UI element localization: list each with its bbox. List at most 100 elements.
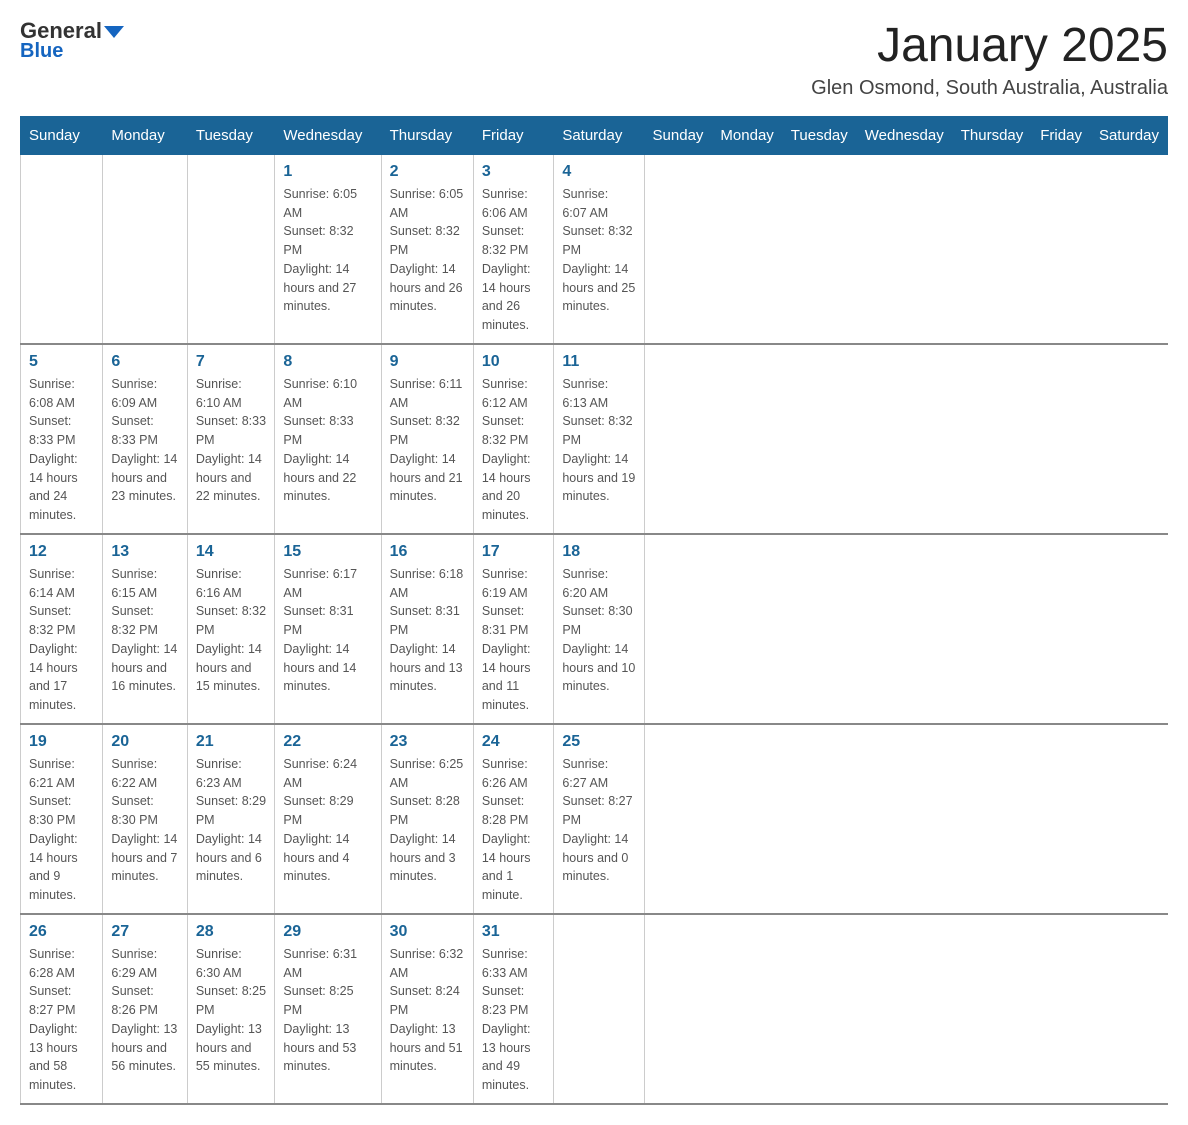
calendar-cell: 4Sunrise: 6:07 AM Sunset: 8:32 PM Daylig… <box>554 154 644 344</box>
day-number: 25 <box>562 733 635 751</box>
day-number: 19 <box>29 733 94 751</box>
calendar-cell: 8 Sunrise: 6:10 AM Sunset: 8:33 PM Daylig… <box>275 344 381 534</box>
col-header-thursday: Thursday <box>952 116 1032 154</box>
day-number: 22 <box>283 733 372 751</box>
calendar-cell: 3 Sunrise: 6:06 AM Sunset: 8:32 PM Daylig… <box>473 154 553 344</box>
day-info: Sunrise: 6:27 AM Sunset: 8:27 PM Dayligh… <box>562 755 635 886</box>
day-info: Sunrise: 6:22 AM Sunset: 8:30 PM Dayligh… <box>111 755 178 886</box>
calendar-cell: 14Sunrise: 6:16 AM Sunset: 8:32 PM Dayli… <box>187 534 275 724</box>
day-number: 2 <box>390 163 465 181</box>
calendar-cell: 31 Sunrise: 6:33 AM Sunset: 8:23 PM Dayli… <box>473 914 553 1104</box>
calendar-cell: 6 Sunrise: 6:09 AM Sunset: 8:33 PM Daylig… <box>103 344 187 534</box>
day-number: 24 <box>482 733 545 751</box>
calendar-week-row: 5 Sunrise: 6:08 AM Sunset: 8:33 PM Daylig… <box>21 344 1168 534</box>
calendar-cell: 16 Sunrise: 6:18 AM Sunset: 8:31 PM Dayli… <box>381 534 473 724</box>
title-block: January 2025 Glen Osmond, South Australi… <box>811 20 1168 100</box>
header-sunday: Sunday <box>21 116 103 154</box>
day-info: Sunrise: 6:28 AM Sunset: 8:27 PM Dayligh… <box>29 945 94 1095</box>
calendar-cell: 30Sunrise: 6:32 AM Sunset: 8:24 PM Dayli… <box>381 914 473 1104</box>
day-number: 6 <box>111 353 178 371</box>
header-tuesday: Tuesday <box>187 116 275 154</box>
day-number: 17 <box>482 543 545 561</box>
day-number: 11 <box>562 353 635 371</box>
calendar-cell <box>554 914 644 1104</box>
location-title: Glen Osmond, South Australia, Australia <box>811 77 1168 100</box>
calendar-cell: 13Sunrise: 6:15 AM Sunset: 8:32 PM Dayli… <box>103 534 187 724</box>
calendar-cell: 25 Sunrise: 6:27 AM Sunset: 8:27 PM Dayli… <box>554 724 644 914</box>
day-info: Sunrise: 6:24 AM Sunset: 8:29 PM Dayligh… <box>283 755 372 886</box>
calendar-cell: 17 Sunrise: 6:19 AM Sunset: 8:31 PM Dayli… <box>473 534 553 724</box>
calendar-cell <box>21 154 103 344</box>
day-info: Sunrise: 6:20 AM Sunset: 8:30 PM Dayligh… <box>562 565 635 696</box>
day-number: 12 <box>29 543 94 561</box>
calendar-cell: 26 Sunrise: 6:28 AM Sunset: 8:27 PM Dayli… <box>21 914 103 1104</box>
day-number: 9 <box>390 353 465 371</box>
calendar-week-row: 26 Sunrise: 6:28 AM Sunset: 8:27 PM Dayli… <box>21 914 1168 1104</box>
day-info: Sunrise: 6:21 AM Sunset: 8:30 PM Dayligh… <box>29 755 94 905</box>
calendar-cell <box>187 154 275 344</box>
calendar-cell: 23 Sunrise: 6:25 AM Sunset: 8:28 PM Dayli… <box>381 724 473 914</box>
calendar-cell: 12Sunrise: 6:14 AM Sunset: 8:32 PM Dayli… <box>21 534 103 724</box>
col-header-monday: Monday <box>712 116 782 154</box>
calendar-cell: 27Sunrise: 6:29 AM Sunset: 8:26 PM Dayli… <box>103 914 187 1104</box>
day-info: Sunrise: 6:10 AM Sunset: 8:33 PM Dayligh… <box>196 375 267 506</box>
day-number: 20 <box>111 733 178 751</box>
day-info: Sunrise: 6:26 AM Sunset: 8:28 PM Dayligh… <box>482 755 545 905</box>
day-number: 27 <box>111 923 178 941</box>
day-number: 10 <box>482 353 545 371</box>
logo: General Blue <box>20 20 124 63</box>
day-number: 3 <box>482 163 545 181</box>
calendar-cell: 29Sunrise: 6:31 AM Sunset: 8:25 PM Dayli… <box>275 914 381 1104</box>
calendar-cell: 10Sunrise: 6:12 AM Sunset: 8:32 PM Dayli… <box>473 344 553 534</box>
day-info: Sunrise: 6:09 AM Sunset: 8:33 PM Dayligh… <box>111 375 178 506</box>
col-header-wednesday: Wednesday <box>856 116 952 154</box>
day-info: Sunrise: 6:07 AM Sunset: 8:32 PM Dayligh… <box>562 185 635 316</box>
day-number: 21 <box>196 733 267 751</box>
day-number: 28 <box>196 923 267 941</box>
day-info: Sunrise: 6:16 AM Sunset: 8:32 PM Dayligh… <box>196 565 267 696</box>
day-info: Sunrise: 6:10 AM Sunset: 8:33 PM Dayligh… <box>283 375 372 506</box>
col-header-sunday: Sunday <box>644 116 712 154</box>
logo-blue-text: Blue <box>20 40 63 63</box>
page-header: General Blue January 2025 Glen Osmond, S… <box>20 20 1168 100</box>
col-header-saturday: Saturday <box>1090 116 1167 154</box>
calendar-cell: 9 Sunrise: 6:11 AM Sunset: 8:32 PM Daylig… <box>381 344 473 534</box>
day-number: 30 <box>390 923 465 941</box>
day-info: Sunrise: 6:18 AM Sunset: 8:31 PM Dayligh… <box>390 565 465 696</box>
day-info: Sunrise: 6:11 AM Sunset: 8:32 PM Dayligh… <box>390 375 465 506</box>
day-number: 31 <box>482 923 545 941</box>
col-header-friday: Friday <box>1032 116 1091 154</box>
calendar-cell <box>103 154 187 344</box>
day-number: 23 <box>390 733 465 751</box>
header-wednesday: Wednesday <box>275 116 381 154</box>
day-info: Sunrise: 6:33 AM Sunset: 8:23 PM Dayligh… <box>482 945 545 1095</box>
logo-general-text: General <box>20 20 124 42</box>
calendar-cell: 22 Sunrise: 6:24 AM Sunset: 8:29 PM Dayli… <box>275 724 381 914</box>
calendar-cell: 24 Sunrise: 6:26 AM Sunset: 8:28 PM Dayli… <box>473 724 553 914</box>
calendar-cell: 19 Sunrise: 6:21 AM Sunset: 8:30 PM Dayli… <box>21 724 103 914</box>
logo-triangle-icon <box>104 26 124 38</box>
header-thursday: Thursday <box>381 116 473 154</box>
calendar-cell: 2Sunrise: 6:05 AM Sunset: 8:32 PM Daylig… <box>381 154 473 344</box>
header-saturday: Saturday <box>554 116 644 154</box>
day-number: 8 <box>283 353 372 371</box>
day-number: 29 <box>283 923 372 941</box>
day-number: 18 <box>562 543 635 561</box>
day-info: Sunrise: 6:08 AM Sunset: 8:33 PM Dayligh… <box>29 375 94 525</box>
day-info: Sunrise: 6:05 AM Sunset: 8:32 PM Dayligh… <box>283 185 372 316</box>
calendar-cell: 21Sunrise: 6:23 AM Sunset: 8:29 PM Dayli… <box>187 724 275 914</box>
calendar-cell: 7Sunrise: 6:10 AM Sunset: 8:33 PM Daylig… <box>187 344 275 534</box>
day-number: 16 <box>390 543 465 561</box>
calendar-cell: 28Sunrise: 6:30 AM Sunset: 8:25 PM Dayli… <box>187 914 275 1104</box>
calendar-table: SundayMondayTuesdayWednesdayThursdayFrid… <box>20 116 1168 1105</box>
calendar-week-row: 1Sunrise: 6:05 AM Sunset: 8:32 PM Daylig… <box>21 154 1168 344</box>
calendar-cell: 11 Sunrise: 6:13 AM Sunset: 8:32 PM Dayli… <box>554 344 644 534</box>
header-friday: Friday <box>473 116 553 154</box>
day-number: 5 <box>29 353 94 371</box>
day-info: Sunrise: 6:19 AM Sunset: 8:31 PM Dayligh… <box>482 565 545 715</box>
day-info: Sunrise: 6:13 AM Sunset: 8:32 PM Dayligh… <box>562 375 635 506</box>
day-info: Sunrise: 6:06 AM Sunset: 8:32 PM Dayligh… <box>482 185 545 335</box>
day-info: Sunrise: 6:25 AM Sunset: 8:28 PM Dayligh… <box>390 755 465 886</box>
day-number: 13 <box>111 543 178 561</box>
day-number: 26 <box>29 923 94 941</box>
